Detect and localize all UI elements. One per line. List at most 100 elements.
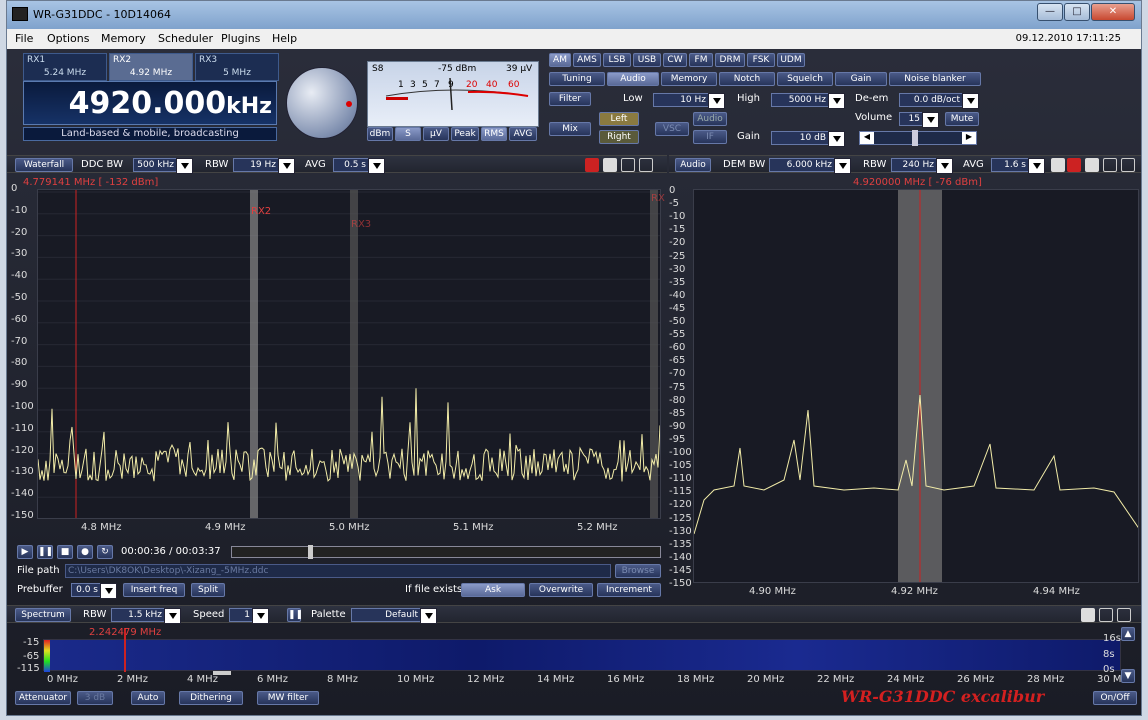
deem-dropdown[interactable]: 0.0 dB/oct (899, 93, 979, 109)
save-icon[interactable] (603, 158, 617, 172)
smeter-rms-button[interactable]: RMS (481, 127, 507, 141)
wideband-scroll-thumb[interactable] (213, 671, 231, 675)
mode-drm-button[interactable]: DRM (715, 53, 745, 67)
tab-audio[interactable]: Audio (607, 72, 659, 86)
zoom-out-icon[interactable] (1121, 158, 1135, 172)
balance-slider[interactable]: ◀ ▶ (859, 130, 977, 146)
record-icon[interactable] (585, 158, 599, 172)
spectrum-mode-button[interactable]: Spectrum (15, 608, 71, 622)
menu-plugins[interactable]: Plugins (221, 32, 260, 45)
mute-button[interactable]: Mute (945, 112, 979, 126)
mode-fsk-button[interactable]: FSK (747, 53, 775, 67)
audio-rbw-dropdown[interactable]: 240 Hz (891, 158, 953, 174)
tab-tuning[interactable]: Tuning (549, 72, 605, 86)
audio-mode-button[interactable]: Audio (675, 158, 711, 172)
stop-icon[interactable]: ■ (57, 545, 73, 559)
pause-icon[interactable]: ❚❚ (287, 608, 303, 622)
record-icon[interactable]: ● (77, 545, 93, 559)
mix-button[interactable]: Mix (549, 122, 591, 136)
tab-noise-blanker[interactable]: Noise blanker (889, 72, 981, 86)
on-off-button[interactable]: On/Off (1093, 691, 1137, 705)
mode-usb-button[interactable]: USB (633, 53, 661, 67)
play-icon[interactable]: ▶ (17, 545, 33, 559)
right-button[interactable]: Right (599, 130, 639, 144)
browse-button[interactable]: Browse (615, 564, 661, 578)
tab-notch[interactable]: Notch (719, 72, 775, 86)
rbw-dropdown[interactable]: 19 Hz (233, 158, 295, 174)
mode-cw-button[interactable]: CW (663, 53, 687, 67)
audio-avg-dropdown[interactable]: 1.6 s (991, 158, 1045, 174)
mode-fm-button[interactable]: FM (689, 53, 713, 67)
close-button[interactable]: ✕ (1091, 3, 1135, 21)
mode-am-button[interactable]: AM (549, 53, 571, 67)
mw-filter-button[interactable]: MW filter (257, 691, 319, 705)
save-icon[interactable] (1085, 158, 1099, 172)
zoom-out-icon[interactable] (639, 158, 653, 172)
attenuator-level[interactable]: 3 dB (77, 691, 113, 705)
tab-memory[interactable]: Memory (661, 72, 717, 86)
left-button[interactable]: Left (599, 112, 639, 126)
loop-icon[interactable]: ↻ (97, 545, 113, 559)
ask-button[interactable]: Ask (461, 583, 525, 597)
prebuffer-dropdown[interactable]: 0.0 s (71, 583, 117, 599)
maximize-button[interactable]: □ (1064, 3, 1090, 21)
mode-udm-button[interactable]: UDM (777, 53, 805, 67)
palette-dropdown[interactable]: Default (351, 608, 437, 624)
minimize-button[interactable]: — (1037, 3, 1063, 21)
filter-button[interactable]: Filter (549, 92, 591, 106)
smeter-uv-button[interactable]: μV (423, 127, 449, 141)
if-source-button[interactable]: IF (693, 130, 727, 144)
mode-ams-button[interactable]: AMS (573, 53, 601, 67)
increment-button[interactable]: Increment (597, 583, 661, 597)
smeter-avg-button[interactable]: AVG (509, 127, 537, 141)
speed-dropdown[interactable]: 1 (229, 608, 269, 624)
scroll-up-icon[interactable]: ▲ (1121, 627, 1135, 641)
tuning-knob[interactable] (286, 67, 358, 139)
audio-spectrum-plot[interactable] (693, 189, 1139, 583)
filepath-input[interactable]: C:\Users\DK8OK\Desktop\-Xizang_-5MHz.ddc (65, 564, 611, 578)
auto-button[interactable]: Auto (131, 691, 165, 705)
menu-file[interactable]: File (15, 32, 33, 45)
mode-lsb-button[interactable]: LSB (603, 53, 631, 67)
smeter-dbm-button[interactable]: dBm (367, 127, 393, 141)
volume-dropdown[interactable]: 15 (899, 112, 939, 128)
insert-freq-button[interactable]: Insert freq (123, 583, 185, 597)
frequency-display[interactable]: 4920.000kHz (23, 81, 277, 125)
wideband-waterfall[interactable] (43, 628, 1121, 672)
rx3-tab[interactable]: RX3 5 MHz (195, 53, 279, 81)
rx1-tab[interactable]: RX1 5.24 MHz (23, 53, 107, 81)
menu-memory[interactable]: Memory (101, 32, 146, 45)
attenuator-button[interactable]: Attenuator (15, 691, 71, 705)
pause-icon[interactable]: ❚❚ (37, 545, 53, 559)
menu-scheduler[interactable]: Scheduler (158, 32, 213, 45)
ddc-spectrum-plot[interactable] (37, 189, 661, 519)
ddc-bw-dropdown[interactable]: 500 kHz (133, 158, 193, 174)
tab-squelch[interactable]: Squelch (777, 72, 833, 86)
audio-source-button[interactable]: Audio (693, 112, 727, 126)
zoom-in-icon[interactable] (621, 158, 635, 172)
overwrite-button[interactable]: Overwrite (529, 583, 593, 597)
menu-options[interactable]: Options (47, 32, 89, 45)
spectrum-rbw-dropdown[interactable]: 1.5 kHz (111, 608, 181, 624)
gain-dropdown[interactable]: 10 dB (771, 131, 845, 147)
smeter-s-button[interactable]: S (395, 127, 421, 141)
zoom-in-icon[interactable] (1099, 608, 1113, 622)
playback-slider[interactable] (231, 545, 661, 559)
menu-help[interactable]: Help (272, 32, 297, 45)
rx2-tab[interactable]: RX2 4.92 MHz (109, 53, 193, 81)
arrow-right-icon[interactable]: ▶ (962, 132, 976, 144)
save-icon[interactable] (1081, 608, 1095, 622)
marker-icon[interactable] (1067, 158, 1081, 172)
playback-thumb[interactable] (308, 545, 313, 559)
dem-bw-dropdown[interactable]: 6.000 kHz (769, 158, 851, 174)
smeter-peak-button[interactable]: Peak (451, 127, 479, 141)
zoom-in-icon[interactable] (1103, 158, 1117, 172)
low-dropdown[interactable]: 10 Hz (653, 93, 725, 109)
arrow-left-icon[interactable]: ◀ (860, 132, 874, 144)
avg-dropdown[interactable]: 0.5 s (333, 158, 385, 174)
lock-icon[interactable] (1051, 158, 1065, 172)
slider-thumb[interactable] (912, 130, 918, 146)
scroll-down-icon[interactable]: ▼ (1121, 669, 1135, 683)
zoom-out-icon[interactable] (1117, 608, 1131, 622)
high-dropdown[interactable]: 5000 Hz (771, 93, 845, 109)
